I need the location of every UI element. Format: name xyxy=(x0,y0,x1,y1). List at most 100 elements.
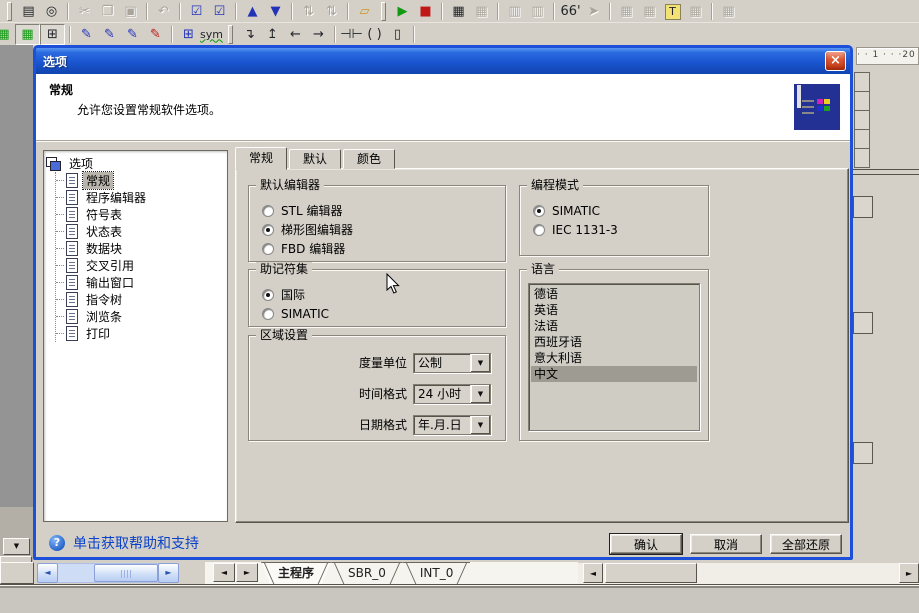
view-ladder-icon[interactable]: ▦ xyxy=(15,24,40,45)
radio-option[interactable]: STL 编辑器 xyxy=(262,201,505,220)
close-button[interactable]: × xyxy=(825,51,846,71)
symbolic-addressing-icon[interactable]: sym xyxy=(200,25,223,44)
scroll-right-button[interactable]: ► xyxy=(899,563,919,583)
dropdown[interactable]: 公制 ▼ xyxy=(413,353,491,373)
tree-item[interactable]: 状态表 xyxy=(56,223,225,240)
confirm-button[interactable]: 确认 xyxy=(610,534,682,554)
pou-scroll-right-button[interactable]: ► xyxy=(236,563,258,582)
sort-ascending-icon[interactable]: ⇅ xyxy=(297,2,320,21)
run-icon[interactable]: ▶ xyxy=(391,2,414,21)
horizontal-scrollbar-right[interactable]: ◄ ► xyxy=(578,563,919,584)
copy-network-icon[interactable]: ✎ xyxy=(98,25,121,44)
move-network-icon[interactable]: ✎ xyxy=(121,25,144,44)
combo-arrow-icon[interactable]: ▼ xyxy=(470,385,490,403)
scroll-right-button[interactable]: ► xyxy=(158,563,179,583)
compile-all-icon[interactable]: ☑ xyxy=(208,2,231,21)
cancel-button[interactable]: 取消 xyxy=(690,534,762,554)
unforce-icon[interactable]: ▦ xyxy=(638,2,661,21)
scrollbar-thumb[interactable] xyxy=(605,563,697,583)
pointer-icon[interactable]: ➤ xyxy=(582,2,605,21)
chart-status-icon[interactable]: ▦ xyxy=(447,2,470,21)
line-down-icon[interactable]: ↴ xyxy=(238,25,261,44)
trend-chart-icon[interactable]: ▥ xyxy=(503,2,526,21)
force-trigger-icon[interactable]: T xyxy=(661,2,684,21)
dropdown[interactable]: 24 小时 ▼ xyxy=(413,384,491,404)
tree-scroll-down-button[interactable]: ▼ xyxy=(3,538,30,555)
coil-icon[interactable]: ( ) xyxy=(363,25,386,44)
radio-option[interactable]: SIMATIC xyxy=(533,201,708,220)
line-left-icon[interactable]: ← xyxy=(284,25,307,44)
sort-descending-icon[interactable]: ⇅ xyxy=(320,2,343,21)
tab[interactable]: 常规 xyxy=(235,147,287,170)
line-right-icon[interactable]: → xyxy=(307,25,330,44)
combo-arrow-icon[interactable]: ▼ xyxy=(470,416,490,434)
language-option[interactable]: 法语 xyxy=(531,318,697,334)
contact-icon[interactable]: ⊣⊢ xyxy=(340,25,363,44)
combo-arrow-icon[interactable]: ▼ xyxy=(470,354,490,372)
force-icon[interactable]: ▦ xyxy=(615,2,638,21)
horizontal-scrollbar-left[interactable]: ◄ ► xyxy=(37,563,179,583)
compile-icon[interactable]: ☑ xyxy=(185,2,208,21)
undo-icon[interactable]: ↶ xyxy=(152,2,175,21)
language-option[interactable]: 意大利语 xyxy=(531,350,697,366)
tree-item[interactable]: 打印 xyxy=(56,325,225,342)
insert-network-icon[interactable]: ✎ xyxy=(75,25,98,44)
stop-icon[interactable]: ■ xyxy=(414,2,437,21)
cut-icon[interactable]: ✂ xyxy=(73,2,96,21)
copy-icon[interactable]: ❐ xyxy=(96,2,119,21)
pou-scroll-left-button[interactable]: ◄ xyxy=(213,563,235,582)
print-preview-icon[interactable]: ◎ xyxy=(40,2,63,21)
pou-tab[interactable]: INT_0 xyxy=(403,562,470,584)
trend-pause-icon[interactable]: ▥ xyxy=(526,2,549,21)
radio-option[interactable]: IEC 1131-3 xyxy=(533,220,708,239)
help-icon[interactable]: ? xyxy=(49,535,65,551)
scrollbar-thumb[interactable] xyxy=(94,564,158,582)
restore-all-button[interactable]: 全部还原 xyxy=(770,534,842,554)
dropdown[interactable]: 年.月.日 ▼ xyxy=(413,415,491,435)
language-option[interactable]: 英语 xyxy=(531,302,697,318)
tab[interactable]: 颜色 xyxy=(343,149,395,169)
tree-item[interactable]: 浏览条 xyxy=(56,308,225,325)
radio-option[interactable]: 国际 xyxy=(262,285,505,304)
tree-item[interactable]: 符号表 xyxy=(56,206,225,223)
language-option[interactable]: 德语 xyxy=(531,286,697,302)
print-icon[interactable]: ▤ xyxy=(17,2,40,21)
memory-icon[interactable]: ▦ xyxy=(717,2,740,21)
pou-tab[interactable]: 主程序 xyxy=(261,562,331,584)
application-window: ▤◎✂❐▣↶☑☑▲▼⇅⇅▱▶■▦▦▥▥66'➤▦▦T▦▦ ▦▦⊞✎✎✎✎⊞sym… xyxy=(0,0,919,613)
tree-item[interactable]: 交叉引用 xyxy=(56,257,225,274)
pou-tab[interactable]: SBR_0 xyxy=(331,562,403,584)
delete-network-icon[interactable]: ✎ xyxy=(144,25,167,44)
program-status-icon[interactable]: 66' xyxy=(559,2,582,21)
upload-icon[interactable]: ▲ xyxy=(241,2,264,21)
view-component-icon[interactable]: ▦ xyxy=(0,25,15,44)
box-icon[interactable]: ▯ xyxy=(386,25,409,44)
tree-item[interactable]: 程序编辑器 xyxy=(56,189,225,206)
tab[interactable]: 默认 xyxy=(289,149,341,169)
dialog-titlebar[interactable]: 选项 × xyxy=(36,48,850,74)
scrollbar-track[interactable] xyxy=(58,563,158,583)
view-data-icon[interactable]: ⊞ xyxy=(40,24,65,45)
language-option[interactable]: 西班牙语 xyxy=(531,334,697,350)
tree-item[interactable]: 数据块 xyxy=(56,240,225,257)
language-option[interactable]: 中文 xyxy=(531,366,697,382)
radio-option[interactable]: SIMATIC xyxy=(262,304,505,323)
tree-item[interactable]: 常规 xyxy=(56,172,225,189)
tree-item[interactable]: 指令树 xyxy=(56,291,225,308)
help-link[interactable]: 单击获取帮助和支持 xyxy=(73,533,199,553)
download-icon[interactable]: ▼ xyxy=(264,2,287,21)
scroll-left-button[interactable]: ◄ xyxy=(583,563,603,583)
paste-icon[interactable]: ▣ xyxy=(119,2,142,21)
chart-status-pause-icon[interactable]: ▦ xyxy=(470,2,493,21)
symbol-table-icon[interactable]: ⊞ xyxy=(177,25,200,44)
radio-option[interactable]: 梯形图编辑器 xyxy=(262,220,505,239)
tree-root[interactable]: 选项 xyxy=(46,155,225,172)
tree-item[interactable]: 输出窗口 xyxy=(56,274,225,291)
language-listbox[interactable]: 德语英语法语西班牙语意大利语中文 xyxy=(528,283,700,431)
scroll-left-button[interactable]: ◄ xyxy=(37,563,58,583)
radio-option[interactable]: FBD 编辑器 xyxy=(262,239,505,258)
radio-label: 国际 xyxy=(281,286,305,303)
force-all-icon[interactable]: ▦ xyxy=(684,2,707,21)
options-folder-icon[interactable]: ▱ xyxy=(353,2,376,21)
line-up-icon[interactable]: ↥ xyxy=(261,25,284,44)
